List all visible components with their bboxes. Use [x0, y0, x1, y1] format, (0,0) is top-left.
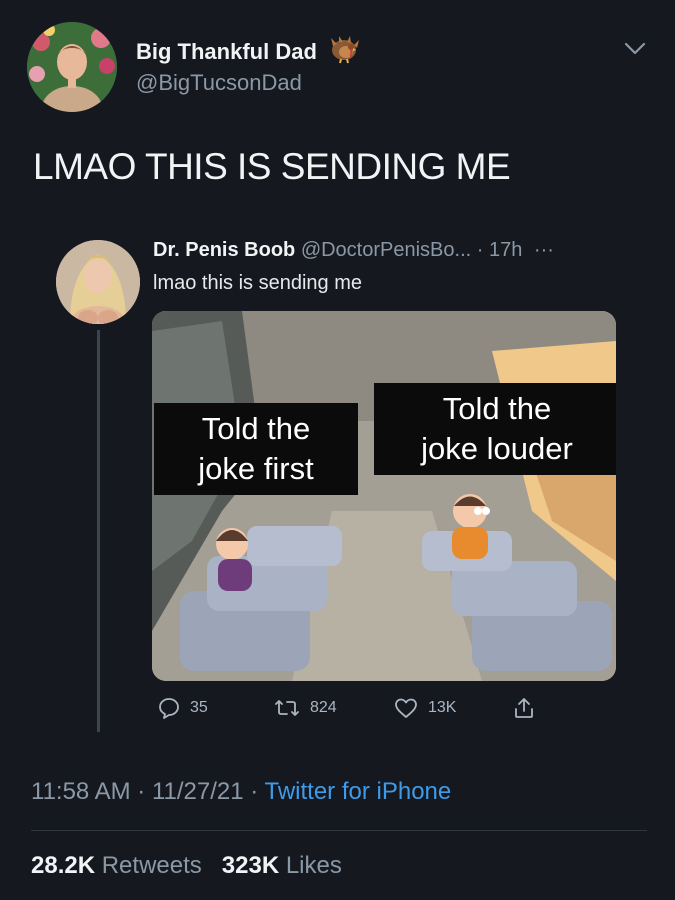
source-link[interactable]: Twitter for iPhone: [264, 778, 451, 805]
tweet-stats: 28.2K Retweets 323K Likes: [31, 852, 342, 880]
meme-image[interactable]: Told the joke first Told the joke louder: [152, 311, 616, 681]
thread-line: [97, 330, 100, 732]
quoted-author-avatar[interactable]: [56, 240, 140, 324]
quoted-age: · 17h: [476, 239, 523, 261]
like-count: 13K: [428, 699, 457, 716]
share-action[interactable]: [513, 695, 535, 721]
tweet-text: LMAO THIS IS SENDING ME: [33, 146, 511, 187]
likes-stat[interactable]: 323K Likes: [222, 852, 342, 879]
retweets-count: 28.2K: [31, 852, 96, 879]
right-caption: Told the joke louder: [374, 383, 616, 475]
author-name-text: Big Thankful Dad: [136, 38, 317, 64]
retweet-count: 824: [310, 699, 337, 716]
likes-count: 323K: [221, 852, 280, 879]
retweet-icon: [275, 700, 299, 716]
likes-label: Likes: [285, 852, 342, 879]
more-options-icon[interactable]: ···: [534, 239, 554, 261]
author-display-name[interactable]: Big Thankful Dad: [136, 36, 360, 70]
reply-count: 35: [190, 699, 208, 716]
quoted-text: lmao this is sending me: [153, 272, 362, 294]
chevron-down-icon[interactable]: [622, 38, 648, 58]
quoted-display-name[interactable]: Dr. Penis Boob: [153, 239, 295, 261]
turkey-icon: [329, 36, 360, 70]
tweet-timestamp: 11:58 AM · 11/27/21 · Twitter for iPhone: [31, 778, 451, 806]
reply-icon: [159, 698, 179, 719]
author-handle[interactable]: @BigTucsonDad: [136, 70, 302, 96]
divider: [31, 830, 647, 831]
author-avatar[interactable]: [27, 22, 117, 112]
timestamp-text: 11:58 AM · 11/27/21 ·: [31, 778, 265, 805]
quoted-header: Dr. Penis Boob @DoctorPenisBo... · 17h ·…: [153, 239, 554, 262]
heart-icon: [395, 698, 417, 718]
retweets-label: Retweets: [101, 852, 202, 879]
share-icon: [515, 698, 533, 718]
retweet-action[interactable]: 824: [274, 695, 337, 721]
quoted-handle[interactable]: @DoctorPenisBo...: [301, 239, 471, 261]
retweets-stat[interactable]: 28.2K Retweets: [31, 852, 202, 879]
reply-action[interactable]: 35: [158, 695, 208, 721]
like-action[interactable]: 13K: [394, 695, 456, 721]
left-caption: Told the joke first: [154, 403, 358, 495]
